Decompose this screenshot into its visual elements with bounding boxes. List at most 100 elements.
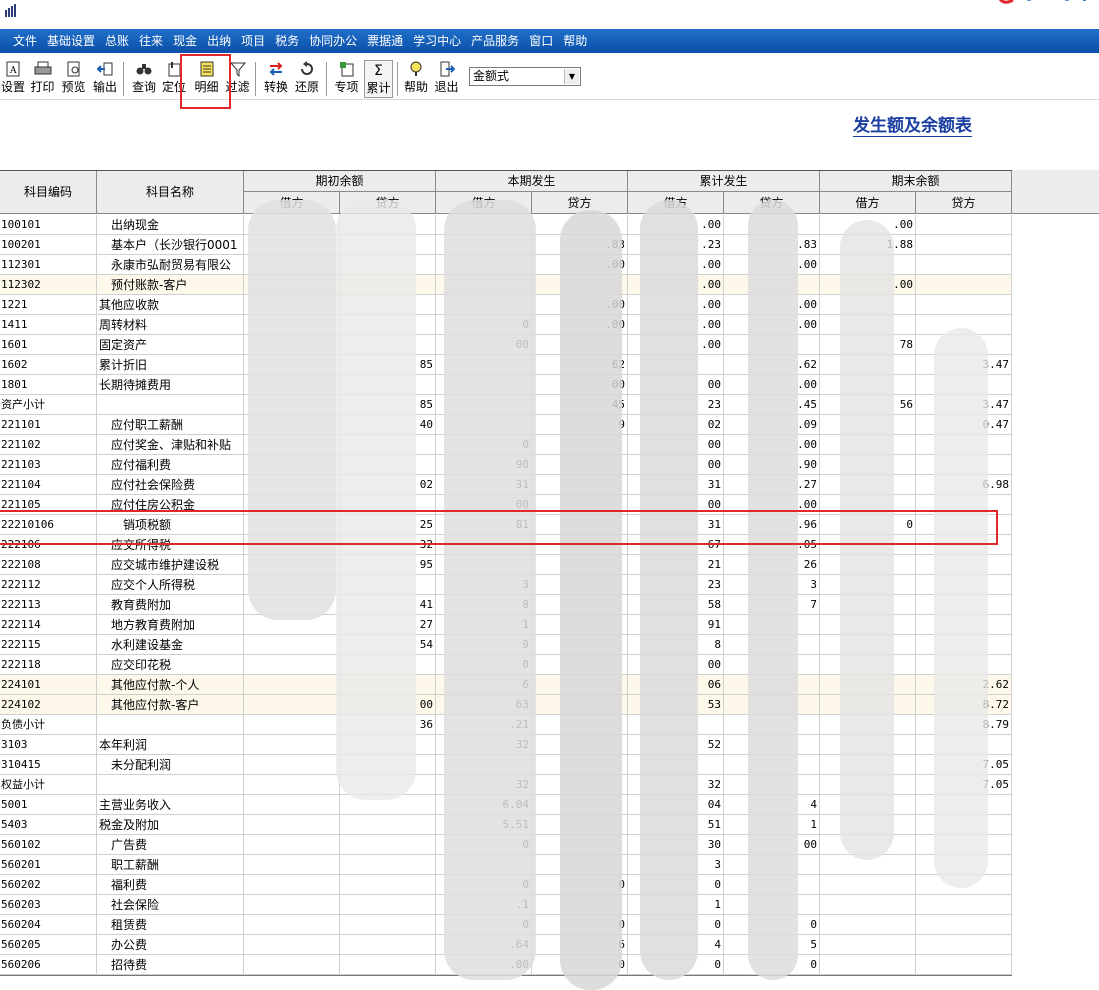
menu-general-ledger[interactable]: 总账 bbox=[100, 29, 134, 53]
table-row[interactable]: 221102 应付奖金、津贴和补贴 0 00.00 bbox=[0, 435, 1012, 455]
settings-button[interactable]: A 设置 bbox=[0, 60, 26, 98]
cell-credit bbox=[724, 215, 820, 235]
preview-button[interactable]: 预览 bbox=[59, 60, 88, 98]
cell-credit bbox=[724, 615, 820, 635]
cell-debit: 0 bbox=[436, 435, 532, 455]
table-row[interactable]: 1411 周转材料 0.00.00.00 bbox=[0, 315, 1012, 335]
table-row[interactable]: 560205 办公费 .64 6 4 5 bbox=[0, 935, 1012, 955]
cell-credit bbox=[532, 815, 628, 835]
table-row[interactable]: 5403 税金及附加 5.51 51 1 bbox=[0, 815, 1012, 835]
table-row[interactable]: 1801 长期待摊费用 00 00.00 bbox=[0, 375, 1012, 395]
print-icon bbox=[34, 61, 51, 75]
cell-account-code: 5001 bbox=[0, 795, 97, 815]
special-button[interactable]: 专项 bbox=[332, 60, 361, 98]
cell-debit bbox=[244, 455, 340, 475]
cell-debit bbox=[244, 535, 340, 555]
cell-debit bbox=[244, 215, 340, 235]
table-row[interactable]: 222106 应交所得税 32 67.05 bbox=[0, 535, 1012, 555]
cell-credit bbox=[532, 515, 628, 535]
table-row[interactable]: 112301 永康市弘耐贸易有限公 .00.00.00 bbox=[0, 255, 1012, 275]
cell-debit: 8 bbox=[628, 635, 724, 655]
filter-button[interactable]: 过滤 bbox=[224, 60, 251, 98]
menu-learning[interactable]: 学习中心 bbox=[408, 29, 466, 53]
table-row[interactable]: 310415 未分配利润 7.05 bbox=[0, 755, 1012, 775]
menu-help[interactable]: 帮助 bbox=[558, 29, 592, 53]
locate-button[interactable]: 定位 bbox=[160, 60, 188, 98]
menu-cashier[interactable]: 出纳 bbox=[202, 29, 236, 53]
table-row[interactable]: 资产小计 85 45 23.45 56 3.47 bbox=[0, 395, 1012, 415]
chevron-down-icon[interactable]: ▼ bbox=[564, 69, 579, 84]
table-row[interactable]: 560206 招待费 .00 0 0 0 bbox=[0, 955, 1012, 975]
table-row[interactable]: 221104 应付社会保险费 02 31 31.27 6.98 bbox=[0, 475, 1012, 495]
table-row[interactable]: 112302 预付账款-客户 .00 .00 bbox=[0, 275, 1012, 295]
cell-debit bbox=[820, 875, 916, 895]
table-row[interactable]: 560203 社会保险 .1 1 bbox=[0, 895, 1012, 915]
table-row[interactable]: 222112 应交个人所得税 3 23 3 bbox=[0, 575, 1012, 595]
amount-format-select[interactable]: 金额式 ▼ bbox=[469, 67, 581, 86]
restore-icon bbox=[301, 61, 313, 75]
table-row[interactable]: 221105 应付住房公积金 00 00.00 bbox=[0, 495, 1012, 515]
cell-debit: 6 bbox=[436, 675, 532, 695]
table-row[interactable]: 222108 应交城市维护建设税 95 21 26 bbox=[0, 555, 1012, 575]
cell-credit bbox=[532, 775, 628, 795]
cell-credit: .83 bbox=[532, 235, 628, 255]
cell-credit bbox=[532, 755, 628, 775]
table-row[interactable]: 22210106 销项税额 25 81 31.96 0 bbox=[0, 515, 1012, 535]
table-row[interactable]: 100101 出纳现金 .00 .00 bbox=[0, 215, 1012, 235]
menu-collaboration[interactable]: 协同办公 bbox=[304, 29, 362, 53]
cell-account-code: 5403 bbox=[0, 815, 97, 835]
table-row[interactable]: 560204 租赁费 0 0 0 0 bbox=[0, 915, 1012, 935]
menu-window[interactable]: 窗口 bbox=[524, 29, 558, 53]
cell-credit bbox=[532, 715, 628, 735]
menu-project[interactable]: 项目 bbox=[236, 29, 270, 53]
cell-credit: .00 bbox=[532, 255, 628, 275]
cell-account-name: 累计折旧 bbox=[97, 355, 244, 375]
cumulative-button[interactable]: Σ 累计 bbox=[364, 60, 393, 98]
menu-accounts[interactable]: 往来 bbox=[134, 29, 168, 53]
restore-button[interactable]: 还原 bbox=[293, 60, 321, 98]
help-button[interactable]: 帮助 bbox=[402, 60, 430, 98]
cell-account-name: 水利建设基金 bbox=[97, 635, 244, 655]
menu-file[interactable]: 文件 bbox=[8, 29, 42, 53]
cell-credit bbox=[532, 435, 628, 455]
table-row[interactable]: 100201 基本户（长沙银行0001.83.23.83 1.88 bbox=[0, 235, 1012, 255]
exit-button[interactable]: 退出 bbox=[432, 60, 461, 98]
table-row[interactable]: 560102 广告费 0 30 00 bbox=[0, 835, 1012, 855]
detail-button[interactable]: 明细 bbox=[191, 60, 222, 98]
cell-credit bbox=[532, 215, 628, 235]
menu-tax[interactable]: 税务 bbox=[270, 29, 304, 53]
table-row[interactable]: 560202 福利费 0 0 0 bbox=[0, 875, 1012, 895]
cell-debit bbox=[820, 575, 916, 595]
table-row[interactable]: 1602 累计折旧 85 62 .62 3.47 bbox=[0, 355, 1012, 375]
cell-credit bbox=[916, 915, 1012, 935]
menu-invoice[interactable]: 票据通 bbox=[362, 29, 408, 53]
cell-debit: .00 bbox=[628, 315, 724, 335]
menu-base-settings[interactable]: 基础设置 bbox=[42, 29, 100, 53]
table-row[interactable]: 5001 主营业务收入 6.04 04 4 bbox=[0, 795, 1012, 815]
table-row[interactable]: 3103 本年利润 32 52 bbox=[0, 735, 1012, 755]
table-row[interactable]: 1601 固定资产 00 .00 78 bbox=[0, 335, 1012, 355]
menu-products[interactable]: 产品服务 bbox=[466, 29, 524, 53]
cell-debit: 00 bbox=[628, 435, 724, 455]
table-row[interactable]: 224102 其他应付款-客户 00 63 53 8.72 bbox=[0, 695, 1012, 715]
convert-button[interactable]: 转换 bbox=[262, 60, 290, 98]
table-row[interactable]: 222115 水利建设基金 54 9 8 bbox=[0, 635, 1012, 655]
table-row[interactable]: 221101 应付职工薪酬 40 9 02.09 0.47 bbox=[0, 415, 1012, 435]
table-row[interactable]: 222113 教育费附加 41 8 58 7 bbox=[0, 595, 1012, 615]
table-row[interactable]: 权益小计 32 32 7.05 bbox=[0, 775, 1012, 795]
print-button[interactable]: 打印 bbox=[29, 60, 56, 98]
table-row[interactable]: 222118 应交印花税 0 00 bbox=[0, 655, 1012, 675]
cell-account-code: 1601 bbox=[0, 335, 97, 355]
table-row[interactable]: 1221 其他应收款 .00.00.00 bbox=[0, 295, 1012, 315]
menu-cash[interactable]: 现金 bbox=[168, 29, 202, 53]
table-row[interactable]: 560201 职工薪酬 3 bbox=[0, 855, 1012, 875]
cell-debit bbox=[820, 435, 916, 455]
cell-credit: 5 bbox=[724, 935, 820, 955]
table-row[interactable]: 221103 应付福利费 90 00.90 bbox=[0, 455, 1012, 475]
table-row[interactable]: 224101 其他应付款-个人 6 06 2.62 bbox=[0, 675, 1012, 695]
table-row[interactable]: 负债小计 36.21 8.79 bbox=[0, 715, 1012, 735]
table-row[interactable]: 222114 地方教育费附加 27 1 91 bbox=[0, 615, 1012, 635]
export-button[interactable]: 输出 bbox=[91, 60, 119, 98]
query-button[interactable]: 查询 bbox=[130, 60, 158, 98]
cell-debit: 0 bbox=[628, 955, 724, 975]
